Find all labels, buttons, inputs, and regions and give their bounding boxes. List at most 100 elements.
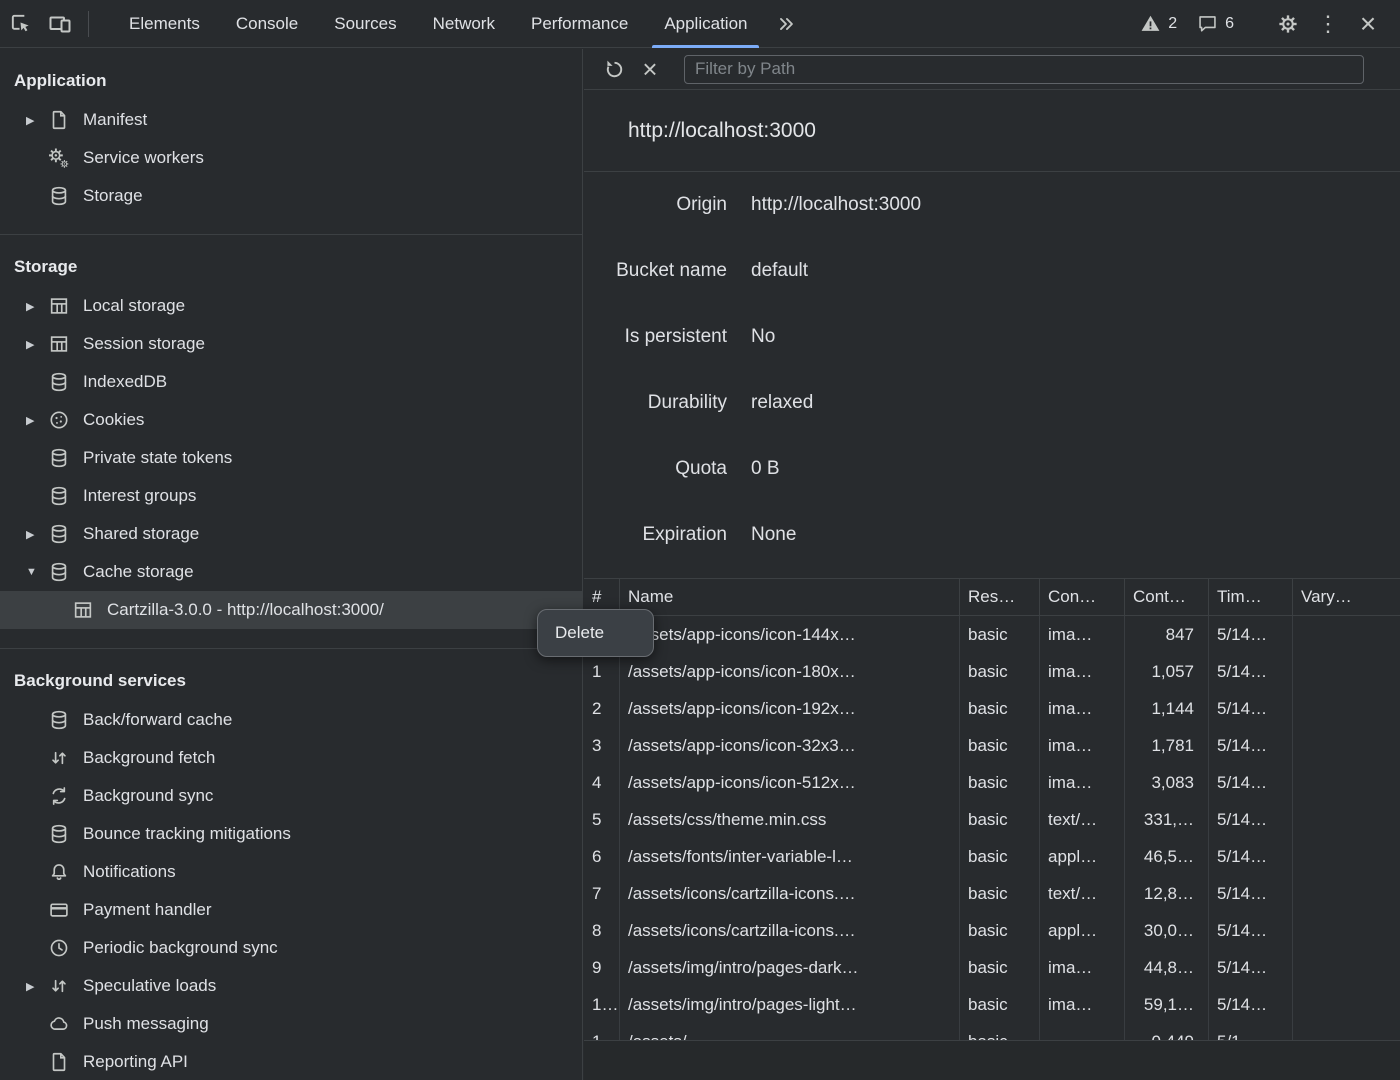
cell-number: 6: [584, 838, 620, 875]
cell-content-type: text/…: [1040, 801, 1125, 838]
column-header-content-type[interactable]: Con…: [1040, 579, 1125, 615]
warnings-badge[interactable]: 2: [1130, 13, 1187, 34]
panel-tabs: Elements Console Sources Network Perform…: [111, 0, 765, 48]
cell-vary: [1293, 801, 1400, 838]
close-devtools-button[interactable]: ×: [1348, 0, 1388, 48]
up-down-arrows-icon: [48, 747, 70, 769]
column-header-time-cached[interactable]: Tim…: [1209, 579, 1293, 615]
settings-button[interactable]: [1268, 0, 1308, 48]
tab-elements[interactable]: Elements: [111, 0, 218, 48]
sidebar-item-storage[interactable]: Storage: [0, 177, 582, 215]
cell-response-type: basic: [960, 986, 1040, 1023]
sidebar-item-reporting-api[interactable]: Reporting API: [0, 1043, 582, 1080]
cell-response-type: basic: [960, 875, 1040, 912]
expander-collapsed-icon[interactable]: ▶: [26, 528, 48, 541]
inspect-element-button[interactable]: [0, 0, 40, 48]
column-header-response-type[interactable]: Res…: [960, 579, 1040, 615]
cell-name: /assets/img/intro/pages-light…: [620, 986, 960, 1023]
cell-content-type: ima…: [1040, 727, 1125, 764]
sidebar-item-payment-handler[interactable]: Payment handler: [0, 891, 582, 929]
table-row[interactable]: 7 /assets/icons/cartzilla-icons.… basic …: [584, 875, 1400, 912]
issues-badge[interactable]: 6: [1187, 13, 1244, 34]
table-row[interactable]: 8 /assets/icons/cartzilla-icons.… basic …: [584, 912, 1400, 949]
more-options-button[interactable]: ⋮: [1308, 0, 1348, 48]
cell-number: 2: [584, 690, 620, 727]
expander-expanded-icon[interactable]: ▼: [26, 566, 48, 578]
column-header-name[interactable]: Name: [620, 579, 960, 615]
sidebar-item-cache-storage[interactable]: ▼ Cache storage: [0, 553, 582, 591]
sidebar-item-push-messaging[interactable]: Push messaging: [0, 1005, 582, 1043]
expander-collapsed-icon[interactable]: ▶: [26, 300, 48, 313]
warning-count: 2: [1168, 15, 1177, 33]
refresh-button[interactable]: [596, 51, 632, 87]
more-tabs-button[interactable]: [765, 13, 807, 35]
sidebar-item-speculative-loads[interactable]: ▶ Speculative loads: [0, 967, 582, 1005]
cell-time-cached: 5/14…: [1209, 653, 1293, 690]
database-icon: [48, 185, 70, 207]
table-row[interactable]: 5 /assets/css/theme.min.css basic text/……: [584, 801, 1400, 838]
document-icon: [48, 109, 70, 131]
meta-label: Durability: [584, 392, 727, 414]
inspect-icon: [9, 12, 32, 35]
cell-vary: [1293, 912, 1400, 949]
table-row[interactable]: 1 /assets/app-icons/icon-180x… basic ima…: [584, 653, 1400, 690]
sidebar-item-label: Cache storage: [83, 562, 194, 582]
expander-collapsed-icon[interactable]: ▶: [26, 414, 48, 427]
expander-collapsed-icon[interactable]: ▶: [26, 980, 48, 993]
filter-by-path-input[interactable]: [684, 55, 1364, 84]
cell-name: /assets/app-icons/icon-192x…: [620, 690, 960, 727]
context-menu-item-delete[interactable]: Delete: [555, 623, 604, 643]
table-row[interactable]: 6 /assets/fonts/inter-variable-l… basic …: [584, 838, 1400, 875]
sidebar-item-service-workers[interactable]: Service workers: [0, 139, 582, 177]
tab-sources[interactable]: Sources: [316, 0, 414, 48]
table-row[interactable]: 3 /assets/app-icons/icon-32x3… basic ima…: [584, 727, 1400, 764]
tab-console[interactable]: Console: [218, 0, 316, 48]
sidebar-item-session-storage[interactable]: ▶ Session storage: [0, 325, 582, 363]
sidebar-item-notifications[interactable]: Notifications: [0, 853, 582, 891]
sidebar-item-label: Cookies: [83, 410, 144, 430]
tab-performance[interactable]: Performance: [513, 0, 646, 48]
table-header-row: # Name Res… Con… Cont… Tim… Vary…: [584, 579, 1400, 616]
table-row[interactable]: 9 /assets/img/intro/pages-dark… basic im…: [584, 949, 1400, 986]
table-row[interactable]: 1… /assets/… basic … 0,449 5/1…: [584, 1023, 1400, 1040]
cell-content-length: 44,8…: [1125, 949, 1209, 986]
sidebar-item-interest-groups[interactable]: Interest groups: [0, 477, 582, 515]
device-toolbar-button[interactable]: [40, 0, 80, 48]
sidebar-item-manifest[interactable]: ▶ Manifest: [0, 101, 582, 139]
meta-label: Origin: [584, 194, 727, 216]
tab-network[interactable]: Network: [415, 0, 513, 48]
sync-arrows-icon: [48, 785, 70, 807]
cell-number: 3: [584, 727, 620, 764]
column-header-vary[interactable]: Vary…: [1293, 579, 1400, 615]
cell-time-cached: 5/14…: [1209, 912, 1293, 949]
table-row[interactable]: 1… /assets/img/intro/pages-light… basic …: [584, 986, 1400, 1023]
table-row[interactable]: 0 /assets/app-icons/icon-144x… basic ima…: [584, 616, 1400, 653]
sidebar-item-background-fetch[interactable]: Background fetch: [0, 739, 582, 777]
cell-content-type: …: [1040, 1023, 1125, 1040]
sidebar-item-periodic-background-sync[interactable]: Periodic background sync: [0, 929, 582, 967]
cell-vary: [1293, 986, 1400, 1023]
clear-filter-button[interactable]: ×: [632, 51, 668, 87]
sidebar-item-local-storage[interactable]: ▶ Local storage: [0, 287, 582, 325]
sidebar-item-cookies[interactable]: ▶ Cookies: [0, 401, 582, 439]
column-header-content-length[interactable]: Cont…: [1125, 579, 1209, 615]
cell-response-type: basic: [960, 616, 1040, 653]
service-worker-gears-icon: [48, 147, 70, 169]
sidebar-item-back-forward-cache[interactable]: Back/forward cache: [0, 701, 582, 739]
tab-application[interactable]: Application: [646, 0, 765, 48]
expander-collapsed-icon[interactable]: ▶: [26, 114, 48, 127]
cell-content-length: 12,8…: [1125, 875, 1209, 912]
cell-content-length: 331,…: [1125, 801, 1209, 838]
sidebar-item-background-sync[interactable]: Background sync: [0, 777, 582, 815]
sidebar-item-private-state-tokens[interactable]: Private state tokens: [0, 439, 582, 477]
sidebar-item-bounce-tracking-mitigations[interactable]: Bounce tracking mitigations: [0, 815, 582, 853]
section-title-storage: Storage: [0, 235, 582, 287]
sidebar-item-indexeddb[interactable]: IndexedDB: [0, 363, 582, 401]
table-row[interactable]: 4 /assets/app-icons/icon-512x… basic ima…: [584, 764, 1400, 801]
expander-collapsed-icon[interactable]: ▶: [26, 338, 48, 351]
refresh-icon: [603, 58, 626, 81]
table-row[interactable]: 2 /assets/app-icons/icon-192x… basic ima…: [584, 690, 1400, 727]
sidebar-item-shared-storage[interactable]: ▶ Shared storage: [0, 515, 582, 553]
sidebar-item-cache-cartzilla[interactable]: Cartzilla-3.0.0 - http://localhost:3000/: [0, 591, 582, 629]
sidebar-item-label: Private state tokens: [83, 448, 232, 468]
